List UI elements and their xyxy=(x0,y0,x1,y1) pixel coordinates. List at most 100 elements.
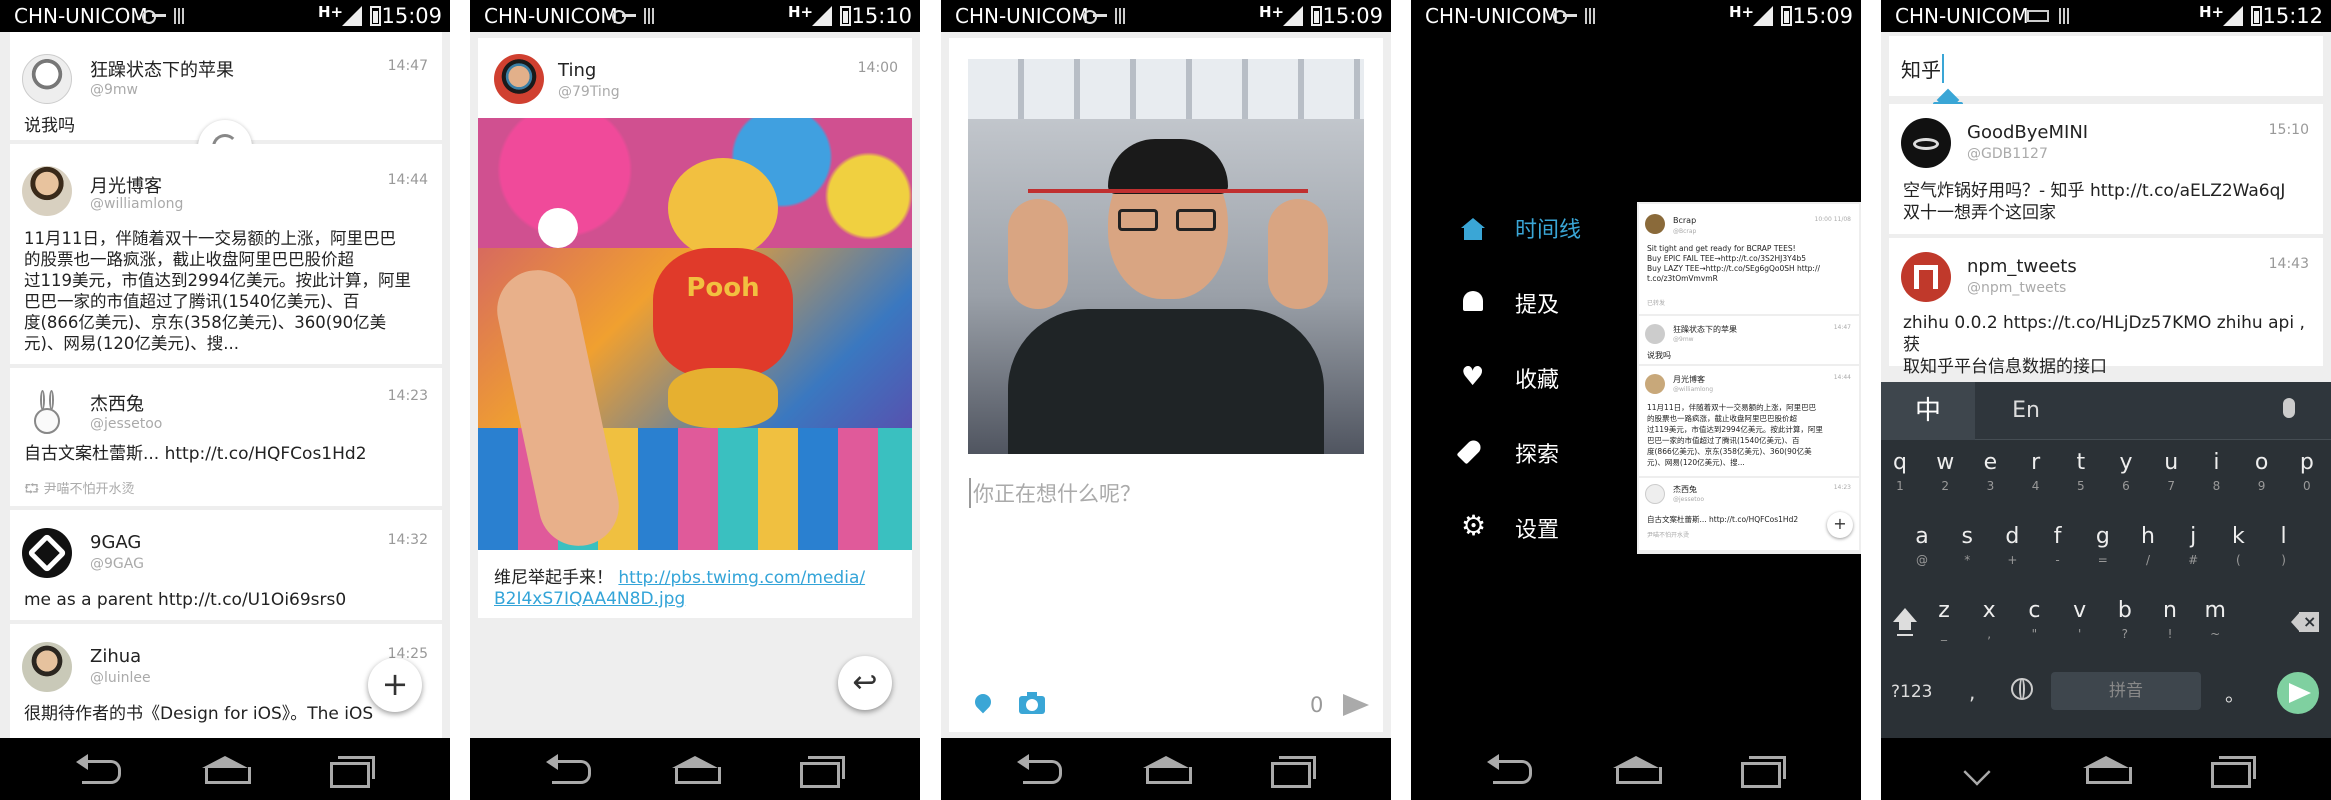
tweet-author[interactable]: 杰西兔 xyxy=(90,390,144,416)
tweet-photo[interactable]: Pooh xyxy=(478,118,912,550)
retweet-icon: ⮔ xyxy=(24,482,44,497)
home-nav-icon[interactable] xyxy=(1613,756,1662,784)
key-d[interactable]: d + xyxy=(1997,522,2027,582)
period-key[interactable]: 。 xyxy=(2225,678,2245,707)
home-nav-icon[interactable] xyxy=(2083,756,2132,784)
clock: 15:09 xyxy=(1792,4,1853,28)
tweet-line: 的股票也一路疯涨，截止收盘阿里巴巴股价超 xyxy=(24,250,354,269)
rabbit-avatar[interactable] xyxy=(22,388,72,438)
home-nav-icon[interactable] xyxy=(202,756,251,784)
key-i[interactable]: i8 xyxy=(2201,448,2231,508)
avatar[interactable] xyxy=(22,166,72,216)
search-result[interactable]: GoodByeMINI @GDB1127 15:10 空气炸锅好用吗？- 知乎 … xyxy=(1889,104,2323,234)
tweet-author[interactable]: 狂躁状态下的苹果 xyxy=(90,56,234,82)
location-pin-icon[interactable] xyxy=(971,690,995,714)
send-icon[interactable] xyxy=(1343,694,1369,716)
tweet-line: 巴巴一家的市值超过了腾讯(1540亿美元)、百 xyxy=(24,292,360,311)
key-a[interactable]: a @ xyxy=(1907,522,1937,582)
shift-icon[interactable] xyxy=(1893,608,1917,638)
retweeter[interactable]: 尹喵不怕开水烫 xyxy=(44,482,135,497)
lang-en-key[interactable]: En xyxy=(1991,382,2061,440)
recent-apps-icon[interactable] xyxy=(2211,754,2256,788)
9gag-logo-avatar[interactable] xyxy=(22,528,72,578)
key-b[interactable]: b? xyxy=(2110,596,2140,656)
bell-icon xyxy=(1463,291,1483,311)
tweet-card[interactable]: 杰西兔 @jessetoo 14:23 自古文案杜蕾斯... http://t.… xyxy=(10,368,442,506)
key-q[interactable]: q1 xyxy=(1885,448,1915,508)
avatar[interactable] xyxy=(22,54,72,104)
home-nav-icon[interactable] xyxy=(1143,756,1192,784)
search-input[interactable]: 知乎 xyxy=(1901,54,1944,83)
key-k[interactable]: k( xyxy=(2223,522,2253,582)
clock: 15:10 xyxy=(851,4,912,28)
key-l[interactable]: l) xyxy=(2269,522,2299,582)
send-key[interactable] xyxy=(2277,672,2319,714)
tweet-card[interactable]: 月光博客 @williamlong 14:44 11月11日，伴随着双十一交易额… xyxy=(10,144,442,364)
key-o[interactable]: o9 xyxy=(2247,448,2277,508)
attached-photo[interactable] xyxy=(968,59,1364,454)
avatar[interactable] xyxy=(494,54,544,104)
key-j[interactable]: j # xyxy=(2178,522,2208,582)
back-icon[interactable] xyxy=(1017,754,1063,784)
tweet-author[interactable]: GoodByeMINI xyxy=(1967,122,2088,143)
tweet-author[interactable]: Ting xyxy=(558,60,596,81)
symbols-key[interactable]: ?123 xyxy=(1891,682,1932,702)
key-z[interactable]: z _ xyxy=(1929,596,1959,656)
tweet-card[interactable]: 9GAG @9GAG 14:32 me as a parent http://t… xyxy=(10,510,442,620)
key-n[interactable]: n! xyxy=(2155,596,2185,656)
lang-cn-key[interactable]: 中 xyxy=(1881,382,1975,440)
microphone-icon[interactable] xyxy=(2283,398,2295,418)
camera-icon[interactable] xyxy=(1019,692,1045,714)
back-icon[interactable] xyxy=(76,754,122,784)
recent-apps-icon[interactable] xyxy=(1741,754,1786,788)
backspace-icon[interactable]: × xyxy=(2291,612,2319,632)
back-icon[interactable] xyxy=(1487,754,1533,784)
battery-icon xyxy=(840,6,851,26)
new-tweet-button[interactable]: + xyxy=(368,658,422,712)
key-p[interactable]: p0 xyxy=(2292,448,2322,508)
avatar xyxy=(1645,214,1665,234)
status-bar: CHN-UNICOM H+ 15:09 xyxy=(941,0,1391,32)
key-g[interactable]: g = xyxy=(2088,522,2118,582)
tweet-text: 自古文案杜蕾斯... http://t.co/HQFCos1Hd2 xyxy=(24,444,367,464)
avatar[interactable] xyxy=(1901,118,1951,168)
key-y[interactable]: y6 xyxy=(2111,448,2141,508)
recent-apps-icon[interactable] xyxy=(1271,754,1316,788)
tweet-handle: @npm_tweets xyxy=(1967,280,2067,296)
key-f[interactable]: f- xyxy=(2043,522,2073,582)
key-s[interactable]: s * xyxy=(1952,522,1982,582)
reply-button[interactable]: ↩ xyxy=(838,656,892,710)
compose-input[interactable]: 你正在想什么呢？ xyxy=(969,478,1141,508)
tweet-handle: @9mw xyxy=(90,82,138,98)
comma-key[interactable]: , xyxy=(1969,680,1975,704)
tweet-author[interactable]: 月光博客 xyxy=(90,172,162,198)
search-bar[interactable]: 知乎 xyxy=(1889,36,2323,96)
tweet-author[interactable]: npm_tweets xyxy=(1967,256,2077,277)
sim-icon xyxy=(2059,8,2071,24)
globe-icon[interactable] xyxy=(2011,678,2033,700)
key-r[interactable]: r4 xyxy=(2021,448,2051,508)
hide-keyboard-icon[interactable] xyxy=(1963,758,1991,786)
space-key[interactable]: 拼音 xyxy=(2051,672,2201,710)
tweet-link[interactable]: http://pbs.twimg.com/media/ xyxy=(618,568,865,588)
tweet-link-cont[interactable]: B2I4xS7IQAA4N8D.jpg xyxy=(494,589,685,609)
key-m[interactable]: m ~ xyxy=(2200,596,2230,656)
back-icon[interactable] xyxy=(546,754,592,784)
key-h[interactable]: h / xyxy=(2133,522,2163,582)
key-v[interactable]: v ' xyxy=(2065,596,2095,656)
npm-avatar[interactable] xyxy=(1901,252,1951,302)
key-u[interactable]: u7 xyxy=(2156,448,2186,508)
recent-apps-icon[interactable] xyxy=(330,754,375,788)
timeline-preview[interactable]: Bcrap @Bcrap 10:00 11/08 Sit tight and g… xyxy=(1637,202,1861,554)
search-result[interactable]: npm_tweets @npm_tweets 14:43 zhihu 0.0.2… xyxy=(1889,238,2323,377)
key-e[interactable]: e3 xyxy=(1975,448,2005,508)
key-c[interactable]: c " xyxy=(2019,596,2049,656)
tweet-author[interactable]: 9GAG xyxy=(90,532,141,553)
key-t[interactable]: t5 xyxy=(2066,448,2096,508)
recent-apps-icon[interactable] xyxy=(800,754,845,788)
key-w[interactable]: w2 xyxy=(1930,448,1960,508)
home-nav-icon[interactable] xyxy=(672,756,721,784)
tweet-author[interactable]: Zihua xyxy=(90,646,141,667)
key-x[interactable]: x, xyxy=(1974,596,2004,656)
avatar[interactable] xyxy=(22,642,72,692)
